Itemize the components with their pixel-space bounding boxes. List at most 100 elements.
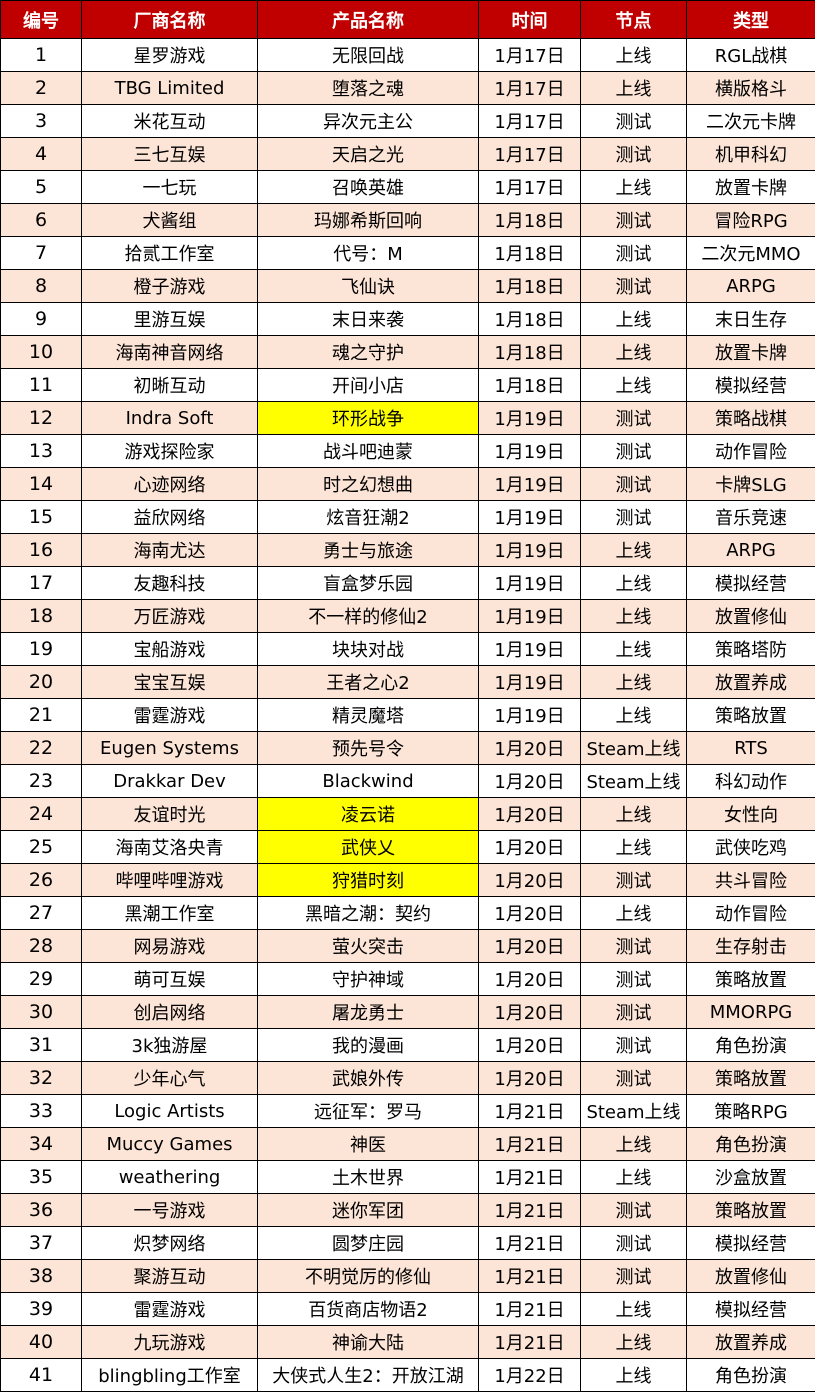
id-cell: 22 bbox=[0, 731, 82, 765]
product-cell: 代号：M bbox=[257, 236, 479, 270]
stage-cell: 上线 bbox=[580, 170, 687, 204]
stage-cell: Steam上线 bbox=[580, 731, 687, 765]
vendor-cell: weathering bbox=[81, 1160, 258, 1194]
table-row: 41 blingbling工作室 大侠式人生2：开放江湖 1月22日 上线 角色扮演 bbox=[0, 1358, 815, 1392]
date-cell: 1月18日 bbox=[478, 368, 581, 402]
date-cell: 1月22日 bbox=[478, 1358, 581, 1392]
product-cell: 凌云诺 bbox=[257, 797, 479, 831]
id-cell: 16 bbox=[0, 533, 82, 567]
id-cell: 3 bbox=[0, 104, 82, 138]
id-cell: 34 bbox=[0, 1127, 82, 1161]
product-cell: 盲盒梦乐园 bbox=[257, 566, 479, 600]
stage-cell: 测试 bbox=[580, 467, 687, 501]
stage-cell: 上线 bbox=[580, 1358, 687, 1392]
vendor-cell: 友谊时光 bbox=[81, 797, 258, 831]
vendor-cell: 心迹网络 bbox=[81, 467, 258, 501]
genre-cell: 女性向 bbox=[686, 797, 815, 831]
product-cell: 王者之心2 bbox=[257, 665, 479, 699]
vendor-cell: 宝宝互娱 bbox=[81, 665, 258, 699]
vendor-cell: 橙子游戏 bbox=[81, 269, 258, 303]
product-cell: 武娘外传 bbox=[257, 1061, 479, 1095]
vendor-cell: 雷霆游戏 bbox=[81, 1292, 258, 1326]
table-row: 18 万匠游戏 不一样的修仙2 1月19日 上线 放置修仙 bbox=[0, 599, 815, 633]
vendor-cell: 三七互娱 bbox=[81, 137, 258, 171]
stage-cell: 上线 bbox=[580, 335, 687, 369]
id-cell: 19 bbox=[0, 632, 82, 666]
date-cell: 1月17日 bbox=[478, 170, 581, 204]
product-cell: 圆梦庄园 bbox=[257, 1226, 479, 1260]
table-row: 5 一七玩 召唤英雄 1月17日 上线 放置卡牌 bbox=[0, 170, 815, 204]
date-cell: 1月19日 bbox=[478, 401, 581, 435]
vendor-cell: Drakkar Dev bbox=[81, 764, 258, 798]
vendor-cell: 星罗游戏 bbox=[81, 38, 258, 72]
vendor-cell: 萌可互娱 bbox=[81, 962, 258, 996]
product-cell: 环形战争 bbox=[257, 401, 479, 435]
date-cell: 1月19日 bbox=[478, 500, 581, 534]
genre-cell: 二次元MMO bbox=[686, 236, 815, 270]
id-cell: 10 bbox=[0, 335, 82, 369]
vendor-cell: 益欣网络 bbox=[81, 500, 258, 534]
vendor-cell: 游戏探险家 bbox=[81, 434, 258, 468]
vendor-cell: 少年心气 bbox=[81, 1061, 258, 1095]
date-cell: 1月20日 bbox=[478, 896, 581, 930]
stage-cell: 测试 bbox=[580, 1193, 687, 1227]
product-cell: 精灵魔塔 bbox=[257, 698, 479, 732]
stage-cell: 测试 bbox=[580, 500, 687, 534]
genre-cell: 角色扮演 bbox=[686, 1028, 815, 1062]
vendor-cell: 初晰互动 bbox=[81, 368, 258, 402]
header-stage: 节点 bbox=[580, 0, 687, 39]
genre-cell: 放置养成 bbox=[686, 665, 815, 699]
id-cell: 20 bbox=[0, 665, 82, 699]
stage-cell: 测试 bbox=[580, 269, 687, 303]
product-cell: 黑暗之潮：契约 bbox=[257, 896, 479, 930]
id-cell: 32 bbox=[0, 1061, 82, 1095]
product-cell: 守护神域 bbox=[257, 962, 479, 996]
stage-cell: 上线 bbox=[580, 1292, 687, 1326]
id-cell: 26 bbox=[0, 863, 82, 897]
header-product: 产品名称 bbox=[257, 0, 479, 39]
table-row: 38 聚游互动 不明觉厉的修仙 1月21日 测试 放置修仙 bbox=[0, 1259, 815, 1293]
table-row: 20 宝宝互娱 王者之心2 1月19日 上线 放置养成 bbox=[0, 665, 815, 699]
id-cell: 12 bbox=[0, 401, 82, 435]
id-cell: 7 bbox=[0, 236, 82, 270]
genre-cell: 策略RPG bbox=[686, 1094, 815, 1128]
stage-cell: 上线 bbox=[580, 1160, 687, 1194]
stage-cell: 测试 bbox=[580, 203, 687, 237]
product-cell: 狩猎时刻 bbox=[257, 863, 479, 897]
id-cell: 39 bbox=[0, 1292, 82, 1326]
date-cell: 1月21日 bbox=[478, 1193, 581, 1227]
stage-cell: Steam上线 bbox=[580, 1094, 687, 1128]
stage-cell: 测试 bbox=[580, 1061, 687, 1095]
table-row: 21 雷霆游戏 精灵魔塔 1月19日 上线 策略放置 bbox=[0, 698, 815, 732]
id-cell: 41 bbox=[0, 1358, 82, 1392]
product-cell: 大侠式人生2：开放江湖 bbox=[257, 1358, 479, 1392]
product-cell: 百货商店物语2 bbox=[257, 1292, 479, 1326]
id-cell: 28 bbox=[0, 929, 82, 963]
id-cell: 29 bbox=[0, 962, 82, 996]
stage-cell: 测试 bbox=[580, 104, 687, 138]
product-cell: 不明觉厉的修仙 bbox=[257, 1259, 479, 1293]
table-row: 6 犬酱组 玛娜希斯回响 1月18日 测试 冒险RPG bbox=[0, 203, 815, 237]
vendor-cell: 3k独游屋 bbox=[81, 1028, 258, 1062]
id-cell: 31 bbox=[0, 1028, 82, 1062]
genre-cell: 策略放置 bbox=[686, 1193, 815, 1227]
table-row: 15 益欣网络 炫音狂潮2 1月19日 测试 音乐竞速 bbox=[0, 500, 815, 534]
stage-cell: 测试 bbox=[580, 1028, 687, 1062]
table-row: 26 哔哩哔哩游戏 狩猎时刻 1月20日 测试 共斗冒险 bbox=[0, 863, 815, 897]
genre-cell: 横版格斗 bbox=[686, 71, 815, 105]
date-cell: 1月19日 bbox=[478, 665, 581, 699]
id-cell: 8 bbox=[0, 269, 82, 303]
stage-cell: 上线 bbox=[580, 1127, 687, 1161]
stage-cell: 上线 bbox=[580, 896, 687, 930]
date-cell: 1月17日 bbox=[478, 137, 581, 171]
genre-cell: ARPG bbox=[686, 269, 815, 303]
product-cell: 无限回战 bbox=[257, 38, 479, 72]
vendor-cell: 炽梦网络 bbox=[81, 1226, 258, 1260]
table-row: 35 weathering 土木世界 1月21日 上线 沙盒放置 bbox=[0, 1160, 815, 1194]
product-cell: 堕落之魂 bbox=[257, 71, 479, 105]
genre-cell: 科幻动作 bbox=[686, 764, 815, 798]
genre-cell: 动作冒险 bbox=[686, 434, 815, 468]
product-cell: 魂之守护 bbox=[257, 335, 479, 369]
table-row: 2 TBG Limited 堕落之魂 1月17日 上线 横版格斗 bbox=[0, 71, 815, 105]
date-cell: 1月20日 bbox=[478, 797, 581, 831]
